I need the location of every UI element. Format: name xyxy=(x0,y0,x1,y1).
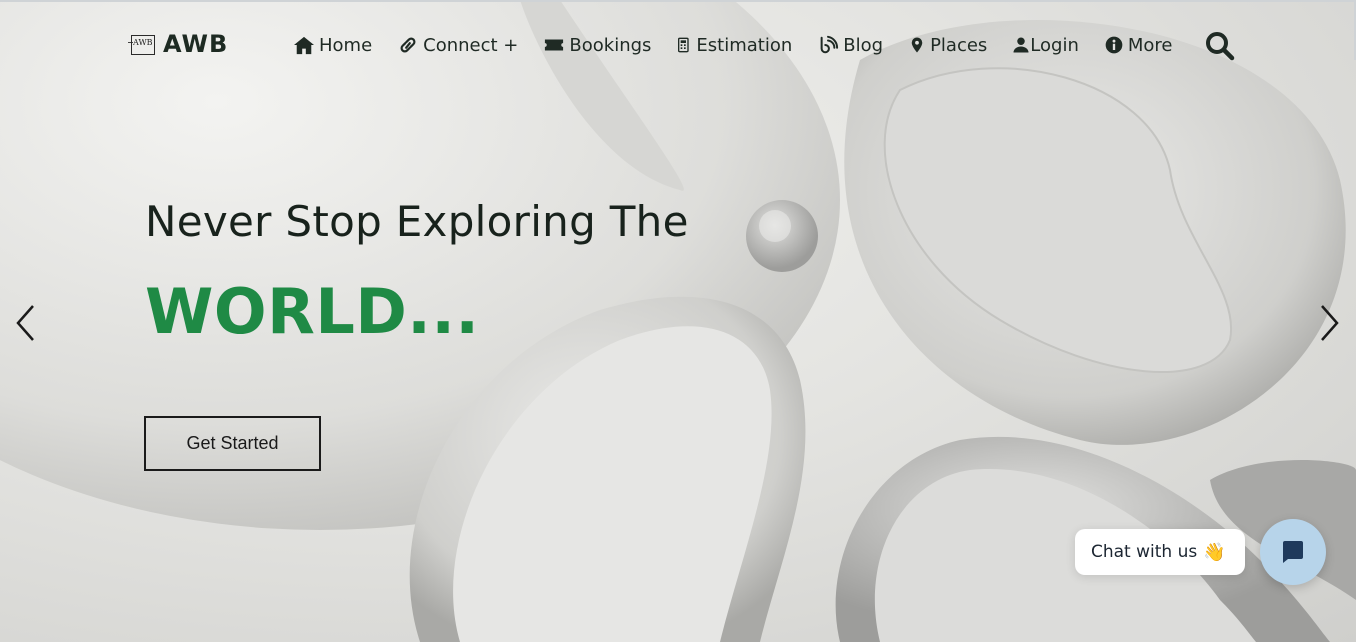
nav-estimation[interactable]: Estimation xyxy=(676,35,792,56)
waving-hand-icon: 👋 xyxy=(1203,541,1226,563)
hero-banner: AWB AWB Home Connect + Bookings Estimati… xyxy=(0,0,1356,642)
blog-icon xyxy=(820,35,839,54)
nav-connect-label: Connect + xyxy=(423,34,519,56)
chat-pill-label: Chat with us xyxy=(1091,542,1198,562)
nav-bookings-label: Bookings xyxy=(569,34,652,56)
nav-blog-label: Blog xyxy=(843,34,884,56)
info-icon xyxy=(1105,36,1123,54)
chat-bubble-icon xyxy=(1283,541,1303,563)
chevron-right-icon xyxy=(1321,305,1339,341)
nav-home[interactable]: Home xyxy=(293,35,372,56)
nav-home-label: Home xyxy=(319,34,373,56)
search-button[interactable] xyxy=(1204,30,1236,62)
nav-login-label: Login xyxy=(1030,34,1079,56)
link-icon xyxy=(400,37,416,53)
brand-logo-text: AWB xyxy=(133,38,153,47)
nav-more-label: More xyxy=(1127,34,1173,56)
brand-name: AWB xyxy=(163,30,229,58)
user-icon xyxy=(1013,37,1029,53)
nav-login[interactable]: Login xyxy=(1012,35,1079,56)
map-pin-icon xyxy=(911,37,923,53)
chat-open-button[interactable] xyxy=(1260,519,1326,585)
top-divider xyxy=(0,0,1356,2)
nav-estimation-label: Estimation xyxy=(696,34,793,56)
nav-bookings[interactable]: Bookings xyxy=(543,35,651,56)
nav-places-label: Places xyxy=(930,34,988,56)
hero-headline: Never Stop Exploring The xyxy=(145,197,689,246)
nav-places[interactable]: Places xyxy=(908,35,987,56)
chat-with-us-pill[interactable]: Chat with us 👋 xyxy=(1075,529,1245,575)
nav-connect[interactable]: Connect + xyxy=(397,35,518,56)
main-nav: Home Connect + Bookings Estimation Blog … xyxy=(293,32,1172,58)
hero-highlight: WORLD... xyxy=(145,275,480,348)
chevron-left-icon xyxy=(16,305,34,341)
ticket-icon xyxy=(545,39,564,51)
get-started-button[interactable]: Get Started xyxy=(144,416,321,471)
carousel-prev-button[interactable] xyxy=(13,303,39,343)
search-icon xyxy=(1206,32,1235,61)
calculator-icon xyxy=(678,37,690,53)
brand[interactable]: AWB AWB xyxy=(128,30,228,58)
carousel-next-button[interactable] xyxy=(1316,303,1342,343)
home-icon xyxy=(294,36,314,55)
brand-logo-icon: AWB xyxy=(128,33,155,55)
nav-blog[interactable]: Blog xyxy=(817,35,883,56)
nav-more[interactable]: More xyxy=(1104,34,1173,56)
